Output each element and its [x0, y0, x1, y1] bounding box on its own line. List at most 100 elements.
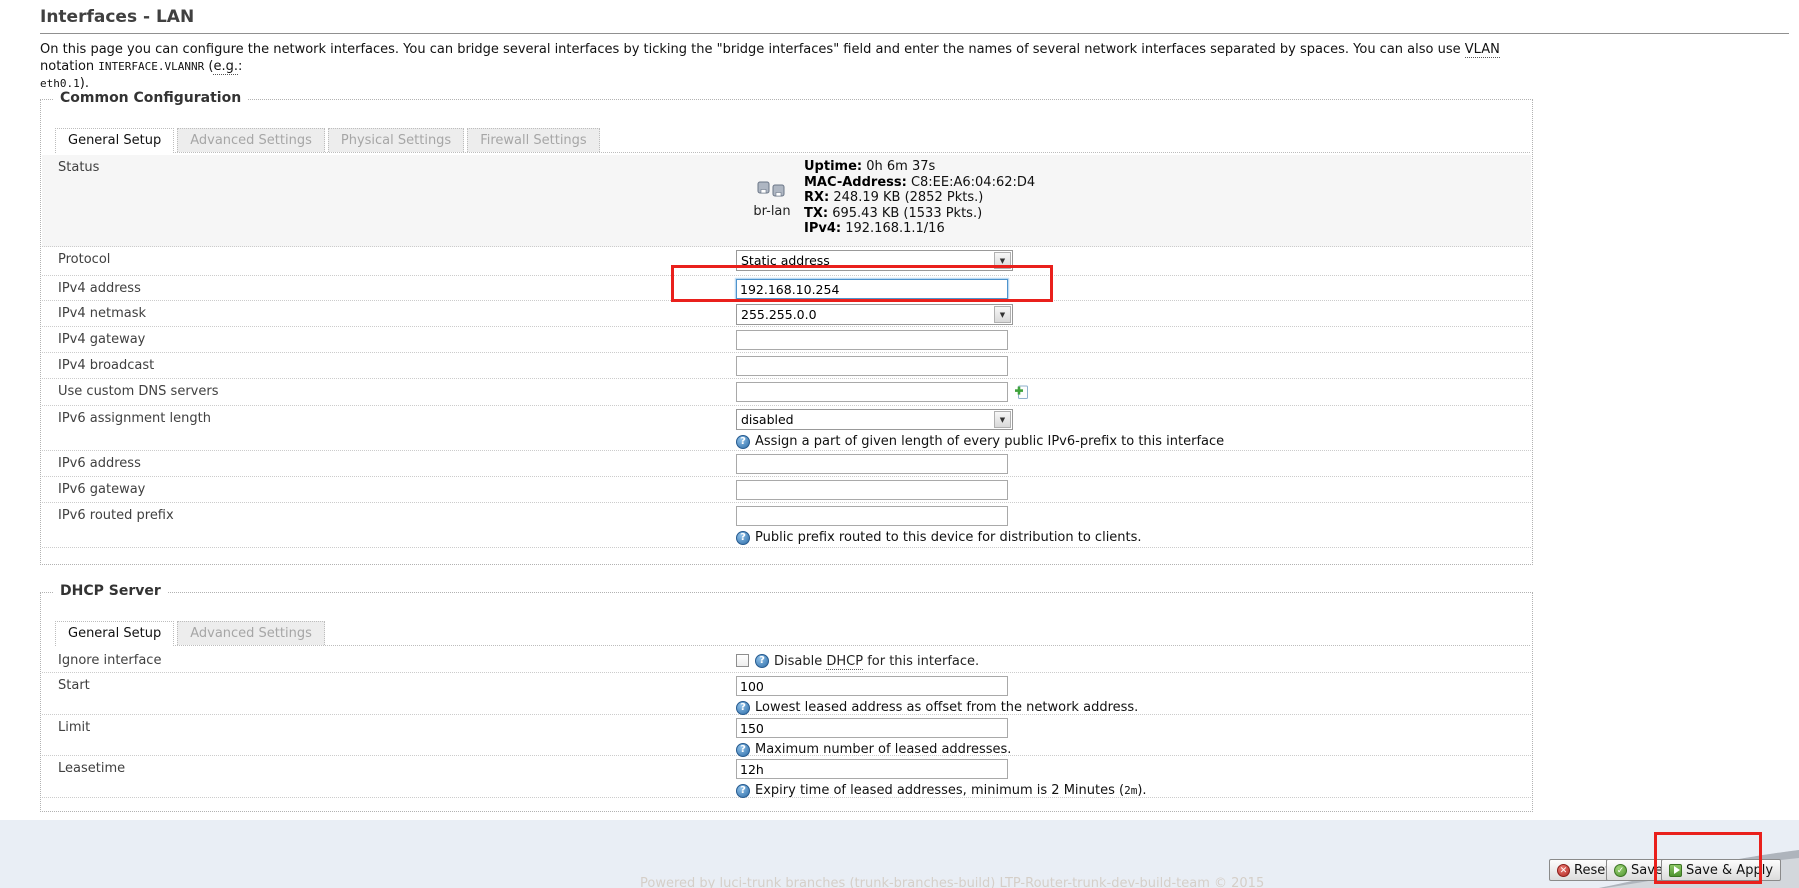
ipv4-gateway-label: IPv4 gateway [42, 327, 736, 352]
ipv6-gateway-row: IPv6 gateway [42, 477, 1531, 503]
ipv6-assignment-length-select[interactable]: disabled ▼ [736, 409, 1013, 430]
uptime-label: Uptime: [804, 159, 862, 174]
protocol-row: Protocol Static address ▼ [42, 247, 1531, 276]
reset-icon: ✕ [1557, 864, 1570, 877]
tab-general-setup[interactable]: General Setup [55, 128, 174, 153]
protocol-selected-value: Static address [737, 253, 993, 268]
mac-line: MAC-Address: C8:EE:A6:04:62:D4 [804, 175, 1035, 191]
ipv6-routed-prefix-input[interactable] [736, 506, 1008, 526]
tab-physical-settings[interactable]: Physical Settings [328, 128, 464, 152]
help-icon: ? [736, 743, 750, 757]
ignore-interface-checkbox[interactable] [736, 654, 749, 667]
ipv4-broadcast-label: IPv4 broadcast [42, 353, 736, 378]
help-text: Lowest leased address as offset from the… [755, 700, 1138, 715]
chevron-down-icon[interactable]: ▼ [994, 411, 1011, 428]
mac-label: MAC-Address: [804, 175, 907, 190]
save-button-label: Save [1631, 863, 1663, 878]
dhcp-abbreviation: DHCP [826, 654, 863, 670]
ipv4-netmask-selected-value: 255.255.0.0 [737, 307, 993, 322]
footer-credit-text: Powered by luci-trunk branches (trunk-br… [640, 876, 1264, 888]
status-row: Status br-lan [42, 155, 1531, 247]
mac-value: C8:EE:A6:04:62:D4 [911, 175, 1035, 190]
rx-value: 248.19 KB (2852 Pkts.) [833, 190, 983, 205]
custom-dns-input[interactable] [736, 382, 1008, 402]
common-config-tabs: General Setup Advanced Settings Physical… [55, 128, 1530, 153]
ipv4-broadcast-input[interactable] [736, 356, 1008, 376]
vlan-example-code: eth0.1 [40, 77, 80, 90]
help-text: Assign a part of given length of every p… [755, 434, 1224, 449]
dhcp-start-row: Start ? Lowest leased address as offset … [42, 673, 1531, 715]
dhcp-leasetime-help: ? Expiry time of leased addresses, minim… [736, 783, 1147, 798]
dhcp-tab-general-setup[interactable]: General Setup [55, 621, 174, 646]
dhcp-tab-advanced-settings[interactable]: Advanced Settings [177, 621, 325, 645]
bridge-interface-icon [757, 188, 787, 203]
interface-status-info: Uptime: 0h 6m 37s MAC-Address: C8:EE:A6:… [804, 159, 1035, 246]
dhcp-leasetime-row: Leasetime ? Expiry time of leased addres… [42, 756, 1531, 798]
help-text: Expiry time of leased addresses, minimum… [755, 783, 1147, 798]
reset-button-label: Reset [1574, 863, 1610, 878]
common-configuration-legend: Common Configuration [54, 90, 247, 106]
tx-value: 695.43 KB (1533 Pkts.) [832, 206, 982, 221]
help-text: Public prefix routed to this device for … [755, 530, 1142, 545]
ipv6-gateway-input[interactable] [736, 480, 1008, 500]
dhcp-tabs: General Setup Advanced Settings [55, 621, 1530, 646]
ipv4-line: IPv4: 192.168.1.1/16 [804, 221, 1035, 237]
uptime-value: 0h 6m 37s [866, 159, 935, 174]
device-name: br-lan [744, 204, 800, 219]
ipv6-address-input[interactable] [736, 454, 1008, 474]
dhcp-start-input[interactable] [736, 676, 1008, 696]
ignore-interface-label: Ignore interface [42, 648, 736, 672]
ipv4-netmask-row: IPv4 netmask 255.255.0.0 ▼ [42, 301, 1531, 327]
uptime-line: Uptime: 0h 6m 37s [804, 159, 1035, 175]
dhcp-limit-row: Limit ? Maximum number of leased address… [42, 715, 1531, 756]
ipv6-routed-prefix-label: IPv6 routed prefix [42, 503, 736, 547]
ipv4-netmask-label: IPv4 netmask [42, 301, 736, 326]
save-apply-button[interactable]: Save & Apply [1661, 859, 1781, 881]
eg-abbreviation: e.g. [213, 59, 238, 75]
save-check-icon: ✓ [1614, 864, 1627, 877]
leasetime-min-code: 2m [1124, 784, 1137, 797]
description-text: notation [40, 59, 98, 74]
page-title: Interfaces - LAN [40, 7, 194, 27]
protocol-select[interactable]: Static address ▼ [736, 250, 1013, 271]
ipv4-address-label: IPv4 address [42, 276, 736, 300]
ipv4-status-label: IPv4: [804, 221, 841, 236]
ipv4-netmask-select[interactable]: 255.255.0.0 ▼ [736, 304, 1013, 325]
dhcp-limit-input[interactable] [736, 718, 1008, 738]
tx-line: TX: 695.43 KB (1533 Pkts.) [804, 206, 1035, 222]
ipv6-routed-prefix-help: ? Public prefix routed to this device fo… [736, 530, 1142, 545]
tx-label: TX: [804, 206, 828, 221]
ipv6-routed-prefix-row: IPv6 routed prefix ? Public prefix route… [42, 503, 1531, 548]
help-icon: ? [736, 701, 750, 715]
description-text: : [238, 59, 242, 74]
dhcp-server-legend: DHCP Server [54, 583, 167, 599]
footer: Powered by luci-trunk branches (trunk-br… [0, 820, 1799, 888]
add-entry-icon[interactable] [1014, 389, 1030, 404]
protocol-label: Protocol [42, 247, 736, 275]
ipv4-broadcast-row: IPv4 broadcast [42, 353, 1531, 379]
title-divider [40, 33, 1789, 34]
dhcp-leasetime-label: Leasetime [42, 756, 736, 797]
vlan-abbreviation: VLAN [1465, 42, 1500, 58]
help-text: Expiry time of leased addresses, minimum… [755, 783, 1124, 798]
ipv4-gateway-row: IPv4 gateway [42, 327, 1531, 353]
vlan-notation-code: INTERFACE.VLANNR [98, 60, 204, 73]
ipv6-address-row: IPv6 address [42, 451, 1531, 477]
help-text: Maximum number of leased addresses. [755, 742, 1011, 757]
ignore-interface-row: Ignore interface ? Disable DHCP for this… [42, 648, 1531, 673]
ipv6-assignment-length-row: IPv6 assignment length disabled ▼ ? Assi… [42, 406, 1531, 451]
ipv4-gateway-input[interactable] [736, 330, 1008, 350]
tab-firewall-settings[interactable]: Firewall Settings [467, 128, 599, 152]
ipv4-address-input[interactable] [736, 279, 1008, 299]
tab-advanced-settings[interactable]: Advanced Settings [177, 128, 325, 152]
dhcp-limit-help: ? Maximum number of leased addresses. [736, 742, 1011, 757]
help-icon: ? [736, 531, 750, 545]
dhcp-leasetime-input[interactable] [736, 759, 1008, 779]
ipv6-gateway-label: IPv6 gateway [42, 477, 736, 502]
custom-dns-row: Use custom DNS servers [42, 379, 1531, 406]
ipv4-address-row: IPv4 address [42, 276, 1531, 301]
chevron-down-icon[interactable]: ▼ [994, 252, 1011, 269]
common-configuration-section: Common Configuration General Setup Advan… [40, 99, 1533, 565]
chevron-down-icon[interactable]: ▼ [994, 306, 1011, 323]
save-apply-button-label: Save & Apply [1686, 863, 1773, 878]
